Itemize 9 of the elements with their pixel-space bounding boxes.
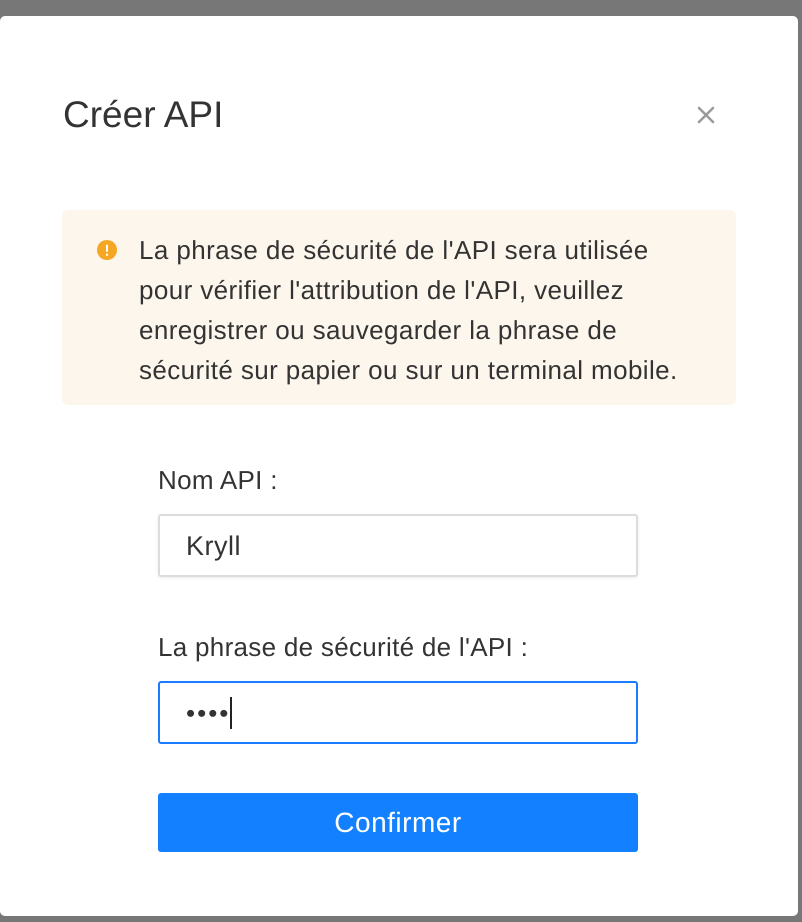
dialog-title: Créer API (63, 94, 224, 136)
field-label: La phrase de sécurité de l'API : (158, 632, 530, 662)
passphrase-field[interactable]: •••• (158, 681, 638, 744)
confirm-button[interactable]: Confirmer (158, 793, 638, 852)
exclamation-icon (97, 240, 117, 260)
field-label: Nom API : (158, 465, 279, 495)
text-cursor-icon (230, 696, 232, 728)
notice-text: La phrase de sécurité de l'API sera utilisée pour vérifier l'attribution de l'API, veuillez enregistrer ou sauvegarder la phrase de sécurité sur papier ou sur un terminal mobile. (139, 234, 679, 387)
input-field[interactable]: Kryll (158, 514, 638, 577)
